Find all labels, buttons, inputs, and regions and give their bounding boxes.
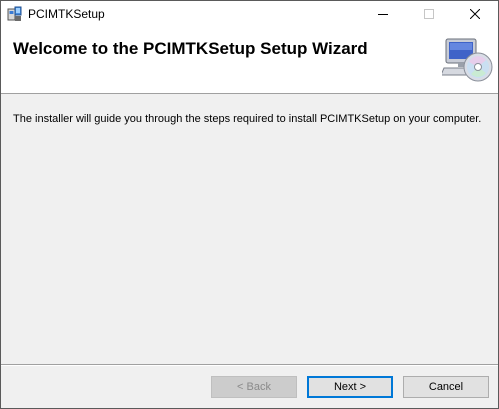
cancel-button[interactable]: Cancel: [403, 376, 489, 398]
next-button[interactable]: Next >: [307, 376, 393, 398]
maximize-button[interactable]: [406, 1, 452, 27]
close-icon: [470, 9, 480, 19]
page-title: Welcome to the PCIMTKSetup Setup Wizard: [13, 39, 368, 58]
title-bar[interactable]: PCIMTKSetup: [1, 1, 498, 27]
footer-divider: [1, 364, 498, 366]
setup-wizard-window: PCIMTKSetup Welcome to the PCIMTKSetup S…: [0, 0, 499, 409]
installer-icon: [7, 6, 23, 22]
back-button[interactable]: < Back: [211, 376, 297, 398]
maximize-icon: [424, 9, 434, 19]
wizard-description: The installer will guide you through the…: [13, 113, 482, 125]
window-title: PCIMTKSetup: [28, 7, 105, 21]
minimize-button[interactable]: [360, 1, 406, 27]
close-button[interactable]: [452, 1, 498, 27]
wizard-header: Welcome to the PCIMTKSetup Setup Wizard: [1, 27, 498, 94]
computer-cd-icon: [440, 37, 494, 85]
minimize-icon: [378, 14, 388, 15]
